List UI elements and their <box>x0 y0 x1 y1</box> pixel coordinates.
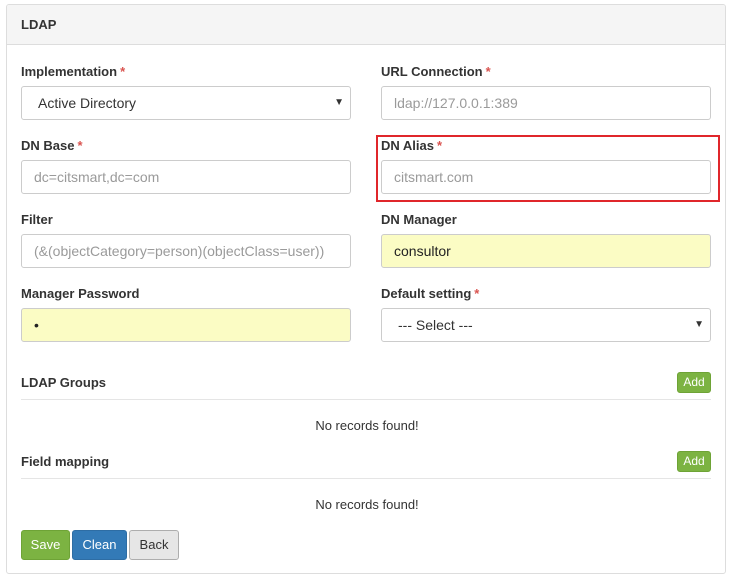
required-marker: * <box>474 286 480 301</box>
url-connection-label: URL Connection * <box>381 64 491 79</box>
dn-alias-input[interactable]: citsmart.com <box>381 160 711 194</box>
field-mapping-add-button[interactable]: Add <box>677 451 711 472</box>
ldap-groups-empty-message: No records found! <box>315 418 419 433</box>
dn-alias-label: DN Alias * <box>381 138 443 153</box>
dn-base-input[interactable]: dc=citsmart,dc=com <box>21 160 351 194</box>
manager-password-input[interactable]: • <box>21 308 351 342</box>
ldap-groups-add-button[interactable]: Add <box>677 372 711 393</box>
panel-heading: LDAP <box>7 5 725 45</box>
required-marker: * <box>436 138 443 153</box>
required-marker: * <box>77 138 83 153</box>
filter-input[interactable]: (&(objectCategory=person)(objectClass=us… <box>21 234 351 268</box>
back-button[interactable]: Back <box>129 530 179 560</box>
default-setting-select[interactable]: --- Select --- ▼ <box>381 308 711 342</box>
section-divider <box>21 478 711 479</box>
save-button[interactable]: Save <box>21 530 70 560</box>
implementation-select[interactable]: Active Directory ▼ <box>21 86 351 120</box>
manager-password-label: Manager Password <box>21 286 140 301</box>
clean-button[interactable]: Clean <box>72 530 127 560</box>
dn-manager-label: DN Manager <box>381 212 457 227</box>
url-connection-input[interactable]: ldap://127.0.0.1:389 <box>381 86 711 120</box>
ldap-panel: LDAP Implementation * Active Directory ▼ … <box>6 4 726 574</box>
field-mapping-empty-message: No records found! <box>315 497 419 512</box>
implementation-selected-value: Active Directory <box>38 95 137 111</box>
panel-title: LDAP <box>21 17 57 32</box>
required-marker: * <box>120 64 126 79</box>
required-marker: * <box>485 64 491 79</box>
field-mapping-title: Field mapping <box>21 454 110 469</box>
ldap-groups-title: LDAP Groups <box>21 375 106 390</box>
chevron-down-icon: ▼ <box>694 319 704 330</box>
implementation-label: Implementation * <box>21 64 126 79</box>
section-divider <box>21 399 711 400</box>
dn-manager-input[interactable]: consultor <box>381 234 711 268</box>
chevron-down-icon: ▼ <box>334 97 344 108</box>
filter-label: Filter <box>21 212 53 227</box>
dn-base-label: DN Base * <box>21 138 83 153</box>
default-setting-label: Default setting * <box>381 286 480 301</box>
default-setting-selected-value: --- Select --- <box>398 317 473 333</box>
